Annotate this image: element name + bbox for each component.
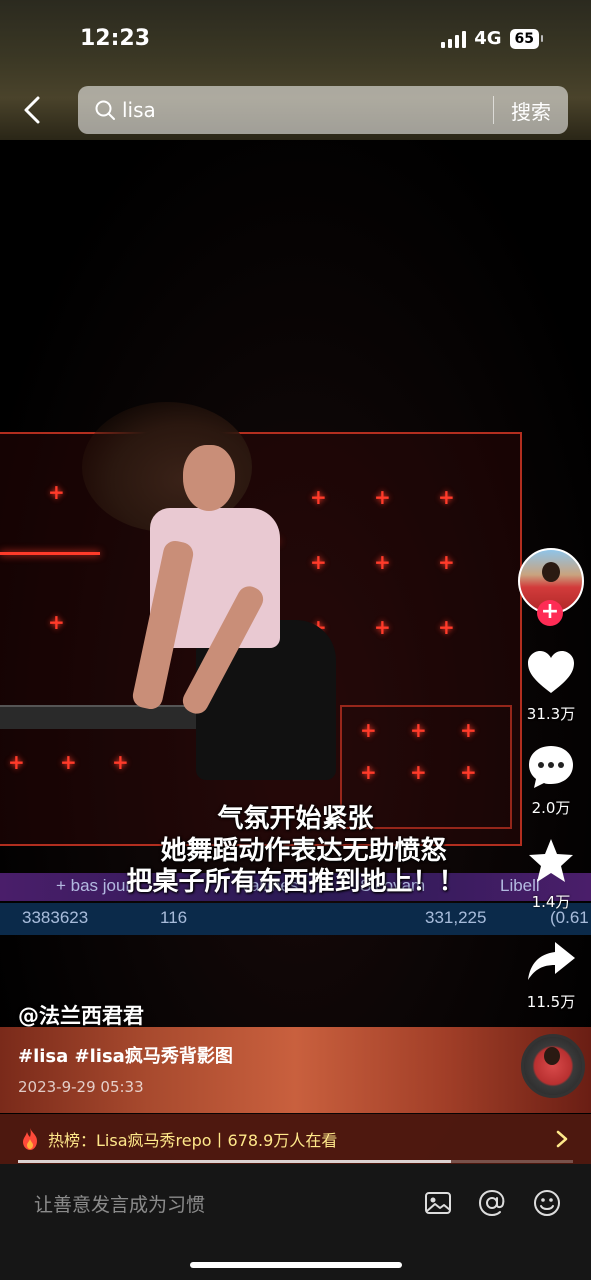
stage-plus-mark: + <box>112 750 129 774</box>
status-indicators: 4G 65 <box>441 28 544 49</box>
home-indicator <box>190 1262 402 1268</box>
ticker-text: 3383623 <box>22 908 89 927</box>
author-name[interactable]: @法兰西君君 <box>18 1000 144 1030</box>
search-input[interactable]: lisa <box>122 98 493 122</box>
chevron-right-icon <box>556 1130 568 1148</box>
ticker-text: 331,225 <box>425 908 487 927</box>
back-button[interactable] <box>18 92 50 128</box>
favorite-count: 1.4万 <box>531 893 571 911</box>
image-icon[interactable] <box>423 1188 453 1218</box>
info-background <box>0 1027 591 1113</box>
stage-plus-mark: + <box>438 485 455 509</box>
share-icon[interactable] <box>525 936 577 986</box>
stage-plus-mark: + <box>460 718 477 742</box>
stage-plus-mark: + <box>438 550 455 574</box>
stage-plus-mark: + <box>374 485 391 509</box>
comment-count: 2.0万 <box>531 799 571 817</box>
stage-plus-mark: + <box>48 480 65 504</box>
hot-list-banner[interactable]: 热榜：Lisa疯马秀repo丨678.9万人在看 <box>0 1114 591 1164</box>
video-progress-fill <box>18 1160 451 1163</box>
stage-plus-mark: + <box>60 750 77 774</box>
video-subtitle: 把桌子所有东西推到地上！！ <box>126 867 465 897</box>
comment-input[interactable]: 让善意发言成为习惯 <box>34 1190 205 1217</box>
post-hashtags[interactable]: #lisa #lisa疯马秀背影图 <box>18 1042 233 1068</box>
ticker-text: 116 <box>160 908 188 927</box>
stage-plus-mark: + <box>360 718 377 742</box>
stage-plus-mark: + <box>310 485 327 509</box>
search-bar[interactable]: lisa 搜索 <box>78 86 568 134</box>
star-icon[interactable] <box>525 836 577 886</box>
stage-plus-mark: + <box>8 750 25 774</box>
stage-plus-mark: + <box>438 615 455 639</box>
heart-icon[interactable] <box>525 648 577 698</box>
stage-ticker-bottom: 3383623 116 331,225 (0.61 <box>0 903 591 935</box>
dancer-face <box>183 445 235 511</box>
stage-plus-mark: + <box>374 550 391 574</box>
mention-icon[interactable] <box>477 1188 507 1218</box>
like-count: 31.3万 <box>526 705 576 723</box>
stage-plus-mark: + <box>460 760 477 784</box>
stage-light-line <box>0 552 100 555</box>
stage-plus-mark: + <box>360 760 377 784</box>
stage-plus-mark: + <box>410 718 427 742</box>
comment-icon[interactable] <box>525 742 577 792</box>
stage-plus-mark: + <box>410 760 427 784</box>
music-disc[interactable] <box>521 1034 585 1098</box>
flame-icon <box>23 1128 37 1150</box>
follow-button[interactable]: + <box>537 600 563 626</box>
signal-icon <box>441 30 467 48</box>
post-date: 2023-9-29 05:33 <box>18 1078 144 1096</box>
share-count: 11.5万 <box>526 993 576 1011</box>
hot-list-text: 热榜：Lisa疯马秀repo丨678.9万人在看 <box>48 1131 338 1150</box>
stage-plus-mark: + <box>310 550 327 574</box>
video-progress-bar[interactable] <box>18 1160 573 1163</box>
status-time: 12:23 <box>80 26 151 51</box>
stage-plus-mark: + <box>374 615 391 639</box>
emoji-icon[interactable] <box>532 1188 562 1218</box>
search-button[interactable]: 搜索 <box>494 96 568 125</box>
network-type: 4G <box>474 28 502 49</box>
stage-plus-mark: + <box>48 610 65 634</box>
battery-icon: 65 <box>509 28 544 49</box>
search-icon <box>95 100 115 120</box>
chevron-left-icon <box>24 96 40 124</box>
